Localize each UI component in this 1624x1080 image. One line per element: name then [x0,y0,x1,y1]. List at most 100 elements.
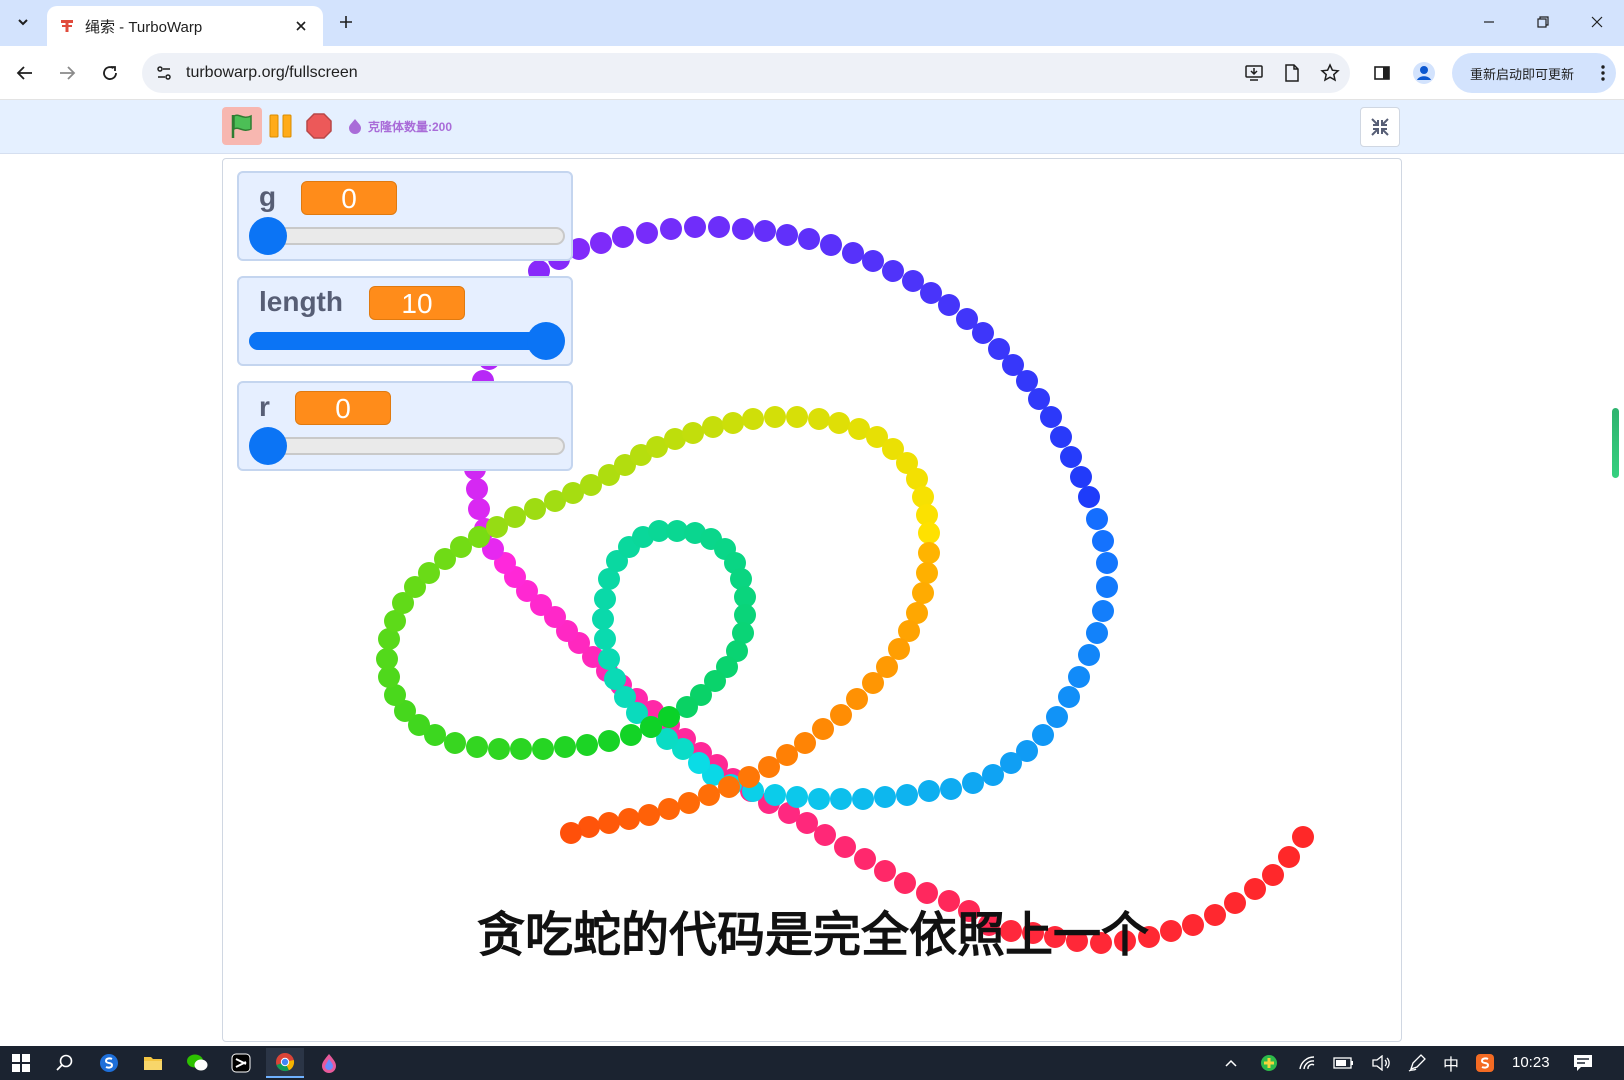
browser-tab-active[interactable]: 绳索 - TurboWarp [47,6,323,46]
notification-icon [1574,1055,1592,1071]
exit-fullscreen-button[interactable] [1360,107,1400,147]
pause-button[interactable] [267,110,295,142]
taskbar-clock[interactable]: 10:23 [1512,1054,1550,1071]
rope-segment [852,788,874,810]
taskbar-search-button[interactable] [46,1048,84,1078]
rope-segment [604,668,626,690]
rope-segment [888,638,910,660]
rope-segment [920,282,942,304]
sogou-input-button[interactable] [1474,1052,1496,1074]
stop-button[interactable] [303,110,335,142]
rope-segment [758,756,780,778]
restore-button[interactable] [1516,0,1570,44]
rope-segment [830,788,852,810]
rope-segment [1092,600,1114,622]
notification-center-button[interactable] [1570,1052,1596,1074]
site-info-icon[interactable] [146,55,182,91]
rope-segment [786,786,808,808]
more-menu-icon[interactable] [1590,58,1616,88]
rope-segment [916,562,938,584]
rope-segment [698,784,720,806]
rope-segment [702,416,724,438]
rope-segment [814,824,836,846]
browser-tab-strip: 绳索 - TurboWarp [0,0,1624,46]
rope-segment [594,588,616,610]
variable-slider-r[interactable] [249,427,565,465]
slider-thumb[interactable] [249,427,287,465]
taskbar-app-browser-s[interactable] [90,1048,128,1078]
rope-segment [738,766,760,788]
rope-segment [918,780,940,802]
wifi-icon [1299,1056,1315,1070]
variable-monitor-length: length 10 [237,276,573,366]
rope-segment [1086,622,1108,644]
bookmark-star-icon[interactable] [1312,55,1348,91]
slider-thumb[interactable] [527,322,565,360]
forward-button[interactable] [51,57,83,89]
project-stage[interactable]: g 0 length 10 r 0 贪吃蛇的代码是完全依照上一个 [222,158,1402,1042]
minimize-button[interactable] [1462,0,1516,44]
green-flag-button[interactable] [222,107,262,145]
side-panel-button[interactable] [1366,57,1398,89]
page-scrollbar[interactable] [1612,408,1619,478]
rope-segment [902,270,924,292]
monitor-value: 0 [301,181,397,215]
stop-icon [306,113,332,139]
rope-segment [874,860,896,882]
reload-button[interactable] [94,57,126,89]
taskbar-app-capcut[interactable] [222,1048,260,1078]
close-icon [296,21,306,31]
variable-slider-length[interactable] [249,322,565,360]
sogou-input-icon [1476,1054,1494,1072]
start-button[interactable] [2,1048,40,1078]
rope-segment [846,688,868,710]
sogou-browser-icon [100,1054,118,1072]
rope-segment [798,228,820,250]
chrome-icon [276,1053,295,1072]
rope-segment [894,872,916,894]
monitor-name: g [259,181,277,212]
rope-segment [764,784,786,806]
rope-segment [1078,486,1100,508]
taskbar-app-wechat[interactable] [178,1048,216,1078]
tab-close-button[interactable] [289,14,313,38]
network-button[interactable] [1296,1052,1318,1074]
tray-app-icon[interactable] [1258,1052,1280,1074]
variable-slider-g[interactable] [249,217,565,255]
rope-segment [834,836,856,858]
battery-button[interactable] [1332,1052,1356,1074]
update-button[interactable]: 重新启动即可更新 [1452,53,1616,93]
rope-segment [808,408,830,430]
profile-button[interactable] [1408,57,1440,89]
rope-segment [660,218,682,240]
taskbar-app-chrome[interactable] [266,1048,304,1078]
rope-segment [708,216,730,238]
tab-search-button[interactable] [8,7,38,37]
document-icon[interactable] [1274,55,1310,91]
monitor-name: length [259,286,343,317]
rope-segment [1092,530,1114,552]
address-bar[interactable]: turbowarp.org/fullscreen [142,53,1350,93]
rope-segment [1070,466,1092,488]
input-method-button[interactable]: 中 [1440,1052,1462,1074]
rope-segment [636,222,658,244]
rope-segment [828,412,850,434]
slider-thumb[interactable] [249,217,287,255]
pen-button[interactable] [1406,1052,1428,1074]
rope-segment [682,422,704,444]
tray-overflow-button[interactable] [1220,1052,1242,1074]
speaker-icon [1372,1055,1390,1071]
volume-button[interactable] [1370,1052,1392,1074]
rope-segment [488,738,510,760]
rope-segment [1016,370,1038,392]
taskbar-app-explorer[interactable] [134,1048,172,1078]
rope-segment [612,226,634,248]
install-app-icon[interactable] [1236,55,1272,91]
taskbar-app-drop[interactable] [310,1048,348,1078]
tray-app-icon [1261,1055,1277,1071]
turbowarp-controls-bar: 克隆体数量:200 [0,100,1624,154]
rope-segment [732,218,754,240]
back-button[interactable] [9,57,41,89]
close-window-button[interactable] [1570,0,1624,44]
new-tab-button[interactable] [332,8,360,36]
